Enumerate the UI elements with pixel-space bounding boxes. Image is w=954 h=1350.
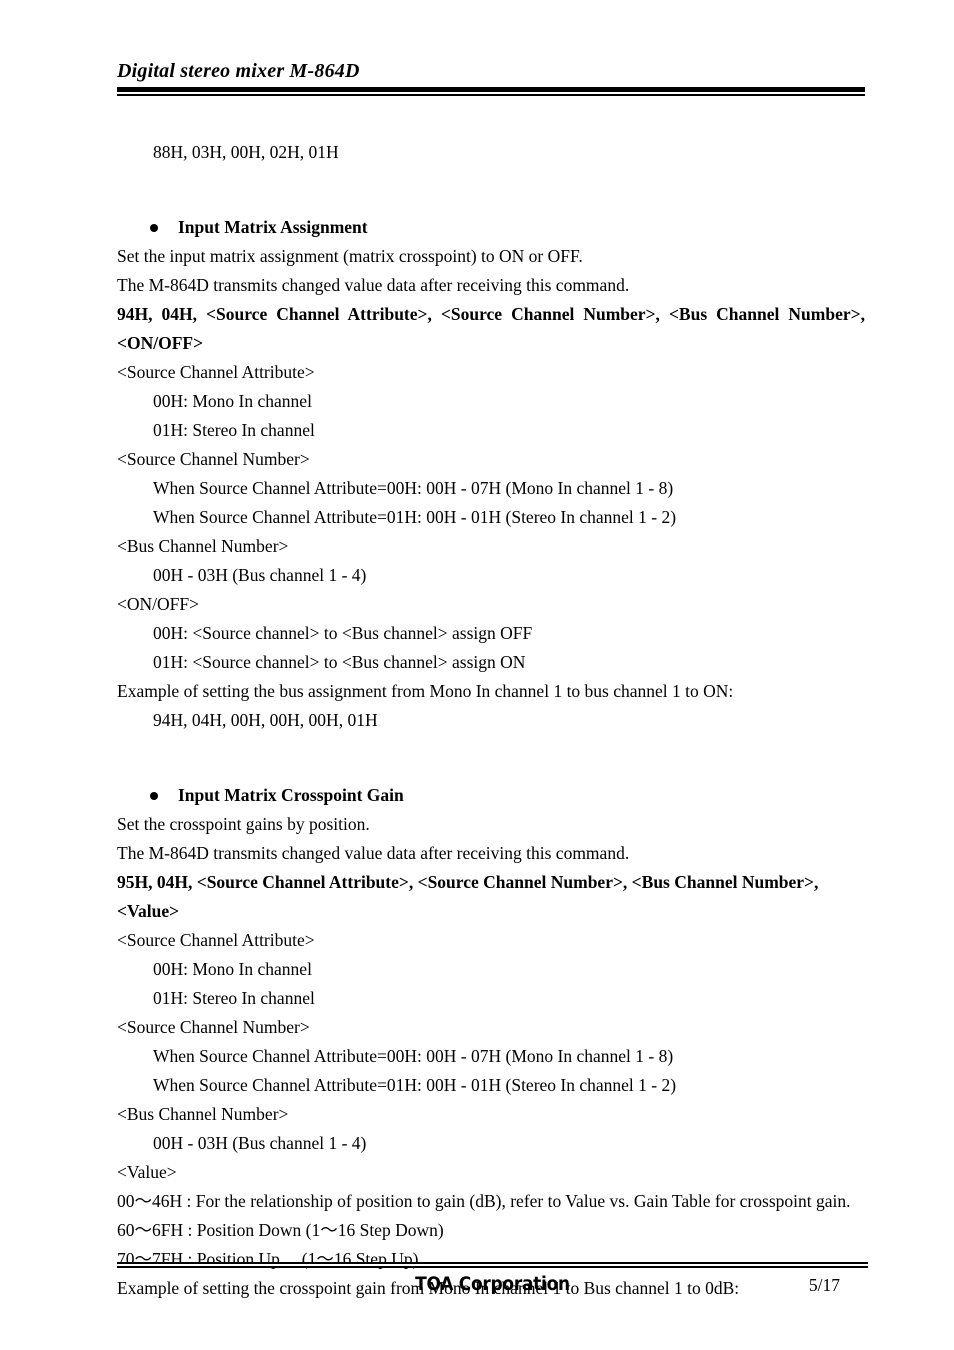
param-name: <ON/OFF> <box>117 594 199 614</box>
footer-company-name: TOA Corporation <box>415 1274 570 1295</box>
footer-row: TOA Corporation 5/17 <box>117 1272 868 1306</box>
command-syntax: 95H, 04H, <Source Channel Attribute>, <S… <box>117 872 823 921</box>
param-value: 00H: Mono In channel <box>153 959 312 979</box>
footer-page-number: 5/17 <box>808 1275 840 1295</box>
section-heading-label: Input Matrix Assignment <box>178 217 368 237</box>
section-intro-line: The M-864D transmits changed value data … <box>117 843 630 863</box>
example-value: 94H, 04H, 00H, 00H, 00H, 01H <box>153 710 378 730</box>
section-intro-line: The M-864D transmits changed value data … <box>117 275 630 295</box>
command-syntax: 94H, 04H, <Source Channel Attribute>, <S… <box>117 304 870 353</box>
header-rule-thin <box>117 94 865 96</box>
footer-rule <box>117 1262 868 1268</box>
param-value: When Source Channel Attribute=00H: 00H -… <box>153 1046 674 1066</box>
param-value: 00H: <Source channel> to <Bus channel> a… <box>153 623 533 643</box>
document-page: Digital stereo mixer M-864D 88H, 03H, 00… <box>0 0 954 1350</box>
param-name: <Value> <box>117 1162 177 1182</box>
param-name: <Source Channel Number> <box>117 449 310 469</box>
param-value: When Source Channel Attribute=01H: 00H -… <box>153 507 677 527</box>
footer-rule-bottom <box>117 1266 868 1268</box>
param-value: 01H: Stereo In channel <box>153 988 315 1008</box>
section-heading-input-matrix-assignment: Input Matrix Assignment <box>117 213 865 242</box>
bullet-icon <box>150 224 158 232</box>
section-intro-line: Set the crosspoint gains by position. <box>117 814 370 834</box>
bullet-icon <box>150 792 158 800</box>
example-label: Example of setting the bus assignment fr… <box>117 681 734 701</box>
param-name: <Bus Channel Number> <box>117 1104 289 1124</box>
page-header: Digital stereo mixer M-864D <box>117 58 865 96</box>
param-name: <Source Channel Attribute> <box>117 362 315 382</box>
section-intro-line: Set the input matrix assignment (matrix … <box>117 246 583 266</box>
page-footer: TOA Corporation 5/17 <box>117 1262 868 1306</box>
param-value: 00H - 03H (Bus channel 1 - 4) <box>153 565 367 585</box>
param-name: <Bus Channel Number> <box>117 536 289 556</box>
section-heading-input-matrix-crosspoint-gain: Input Matrix Crosspoint Gain <box>117 781 865 810</box>
value-range-line: 00〜46H : For the relationship of positio… <box>117 1191 851 1211</box>
header-title: Digital stereo mixer M-864D <box>117 60 360 82</box>
param-value: When Source Channel Attribute=01H: 00H -… <box>153 1075 677 1095</box>
param-value: 00H - 03H (Bus channel 1 - 4) <box>153 1133 367 1153</box>
param-value: 01H: <Source channel> to <Bus channel> a… <box>153 652 526 672</box>
header-rule <box>117 87 865 96</box>
value-range-line: 60〜6FH : Position Down (1〜16 Step Down) <box>117 1220 444 1240</box>
page-body: 88H, 03H, 00H, 02H, 01H Input Matrix Ass… <box>117 138 865 1303</box>
param-name: <Source Channel Number> <box>117 1017 310 1037</box>
param-value: 00H: Mono In channel <box>153 391 312 411</box>
preceding-example-value: 88H, 03H, 00H, 02H, 01H <box>153 142 339 162</box>
param-name: <Source Channel Attribute> <box>117 930 315 950</box>
param-value: When Source Channel Attribute=00H: 00H -… <box>153 478 674 498</box>
param-value: 01H: Stereo In channel <box>153 420 315 440</box>
section-heading-label: Input Matrix Crosspoint Gain <box>178 785 404 805</box>
